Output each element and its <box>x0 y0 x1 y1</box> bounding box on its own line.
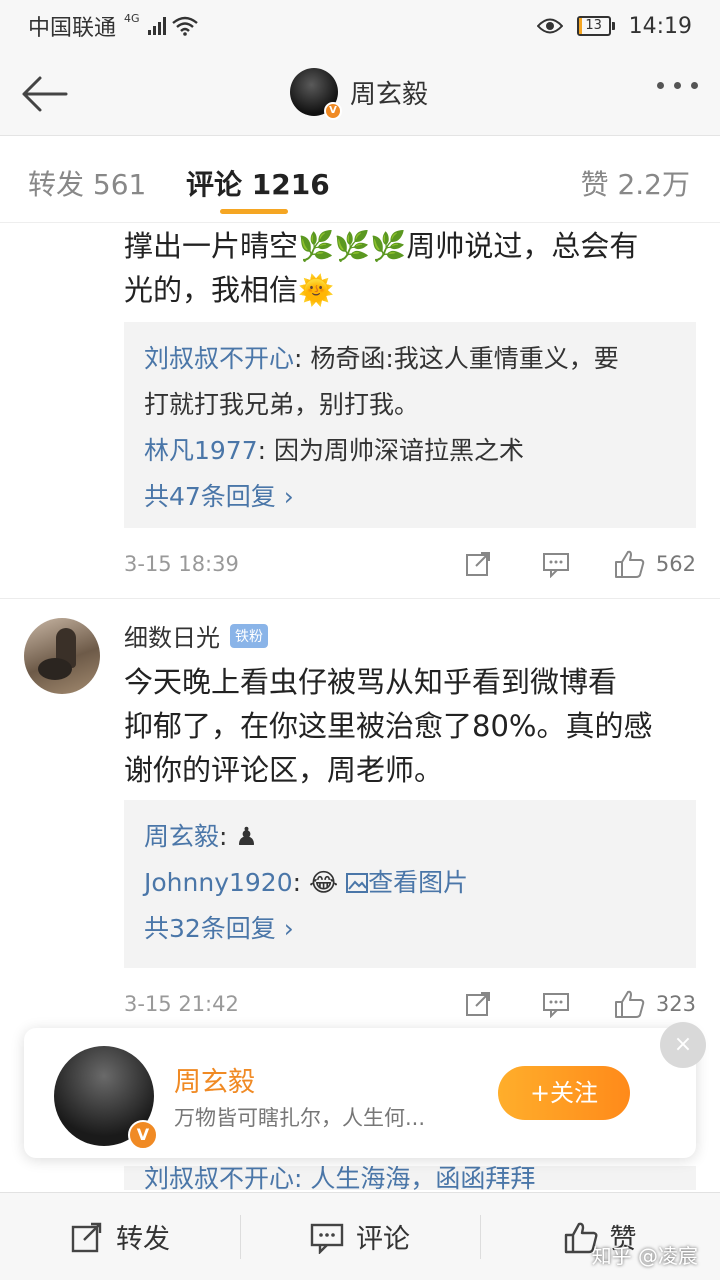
thumbs-up-icon <box>614 990 645 1018</box>
follow-card-description: 万物皆可瞎扎尔，人生何... <box>174 1106 426 1130</box>
reply-preview-peek: 刘叔叔不开心: 人生海海，函函拜拜 <box>124 1166 696 1190</box>
like-button[interactable]: 323 <box>614 989 696 1019</box>
reply-preview-box[interactable]: 周玄毅: ♟ Johnny1920: 😂 查看图片 共32条回复 › <box>124 800 696 968</box>
comment-icon[interactable] <box>542 550 570 578</box>
comment-username[interactable]: 细数日光 铁粉 <box>124 618 268 653</box>
eye-icon <box>536 18 563 34</box>
reply-line: 周玄毅: ♟ <box>144 814 676 860</box>
comment-icon <box>310 1223 344 1254</box>
follow-card-name[interactable]: 周玄毅 <box>174 1060 255 1099</box>
follow-card[interactable]: V 周玄毅 万物皆可瞎扎尔，人生何... +关注 × <box>24 1022 706 1158</box>
active-tab-indicator <box>220 209 288 214</box>
battery-icon: 13 <box>576 16 615 36</box>
view-image-link[interactable]: 查看图片 <box>346 868 468 897</box>
share-icon[interactable] <box>464 990 492 1018</box>
tab-repost[interactable]: 转发 561 <box>28 163 146 203</box>
reply-line: Johnny1920: 😂 查看图片 <box>144 860 676 906</box>
reply-text: : 😂 <box>292 868 347 897</box>
reply-author[interactable]: 林凡1977 <box>144 436 258 465</box>
repost-label: 转发 <box>116 1224 170 1255</box>
view-all-replies-link[interactable]: 共47条回复 › <box>144 474 676 520</box>
comment-time: 3-15 21:42 <box>124 992 239 1016</box>
verified-badge: V <box>128 1120 158 1150</box>
tab-bar: 转发 561 评论 1216 赞 2.2万 <box>0 137 720 223</box>
view-all-replies-link[interactable]: 共32条回复 › <box>144 906 676 952</box>
reply-author[interactable]: Johnny1920 <box>144 868 293 897</box>
fan-badge: 铁粉 <box>230 623 268 648</box>
comment-text-line: 光的，我相信🌞 <box>124 273 335 307</box>
header-profile[interactable]: V 周玄毅 <box>290 68 429 120</box>
more-dots-icon[interactable] <box>657 82 698 89</box>
username-label[interactable]: 细数日光 <box>124 618 220 653</box>
comment-button[interactable]: 评论 <box>240 1193 480 1280</box>
back-arrow-icon[interactable] <box>18 70 70 118</box>
comment-label: 评论 <box>356 1224 410 1255</box>
like-count: 323 <box>655 992 696 1016</box>
view-image-label: 查看图片 <box>368 868 469 897</box>
clock-label: 14:19 <box>628 13 692 39</box>
watermark: 知乎 @凌宸 <box>591 1244 698 1268</box>
follow-button[interactable]: +关注 <box>498 1066 630 1120</box>
verified-badge: V <box>324 102 342 120</box>
divider <box>0 598 720 599</box>
reply-text: 打就打我兄弟，别打我。 <box>144 390 420 419</box>
close-icon[interactable]: × <box>660 1022 706 1068</box>
repost-button[interactable]: 转发 <box>0 1193 240 1280</box>
wifi-icon <box>171 16 198 36</box>
reply-line: 刘叔叔不开心: 杨奇函:我这人重情重义，要 <box>144 336 676 382</box>
like-button[interactable]: 562 <box>614 549 696 579</box>
comment-time: 3-15 18:39 <box>124 552 239 576</box>
tab-comment[interactable]: 评论 1216 <box>186 163 330 203</box>
avatar[interactable]: V <box>54 1046 158 1150</box>
reply-text: 刘叔叔不开心: 人生海海，函函拜拜 <box>144 1166 536 1190</box>
reply-preview-box[interactable]: 刘叔叔不开心: 杨奇函:我这人重情重义，要 打就打我兄弟，别打我。 林凡1977… <box>124 322 696 528</box>
top-header: V 周玄毅 <box>0 52 720 136</box>
image-icon <box>346 873 369 893</box>
comment-text: 今天晚上看虫仔被骂从知乎看到微博看 抑郁了，在你这里被治愈了80%。真的感 谢你… <box>124 660 694 792</box>
status-bar: 中国联通 4G 13 14:19 <box>0 0 720 52</box>
avatar[interactable]: V <box>290 68 342 120</box>
comment-text-line: 撑出一片晴空🌿🌿🌿周帅说过，总会有 <box>124 229 639 263</box>
tab-like[interactable]: 赞 2.2万 <box>581 163 690 203</box>
comment-meta: 3-15 18:39 562 <box>124 544 696 584</box>
comment-text-line: 谢你的评论区，周老师。 <box>124 753 444 787</box>
reply-text: : 因为周帅深谙拉黑之术 <box>257 436 524 465</box>
status-right: 13 14:19 <box>536 13 692 39</box>
reply-line: 林凡1977: 因为周帅深谙拉黑之术 <box>144 428 676 474</box>
network-type-label: 4G <box>124 11 140 25</box>
comment-text: 撑出一片晴空🌿🌿🌿周帅说过，总会有 光的，我相信🌞 <box>124 224 694 312</box>
page-title: 周玄毅 <box>350 79 429 110</box>
share-icon[interactable] <box>464 550 492 578</box>
carrier-label: 中国联通 <box>28 16 117 41</box>
signal-icon <box>147 17 166 35</box>
battery-level-label: 13 <box>585 18 602 33</box>
avatar[interactable] <box>24 618 100 694</box>
thumbs-up-icon <box>614 550 645 578</box>
reply-line: 打就打我兄弟，别打我。 <box>144 382 676 428</box>
comment-text-line: 今天晚上看虫仔被骂从知乎看到微博看 <box>124 665 618 699</box>
like-count: 562 <box>655 552 696 576</box>
reply-text: : 杨奇函:我这人重情重义，要 <box>294 344 619 373</box>
reply-text: : ♟ <box>219 822 258 851</box>
comment-meta: 3-15 21:42 323 <box>124 984 696 1024</box>
reply-author[interactable]: 周玄毅 <box>144 822 219 851</box>
share-icon <box>71 1222 102 1252</box>
reply-author[interactable]: 刘叔叔不开心 <box>144 344 294 373</box>
status-left: 中国联通 4G <box>28 10 198 42</box>
comment-icon[interactable] <box>542 990 570 1018</box>
comment-text-line: 抑郁了，在你这里被治愈了80%。真的感 <box>124 709 653 743</box>
